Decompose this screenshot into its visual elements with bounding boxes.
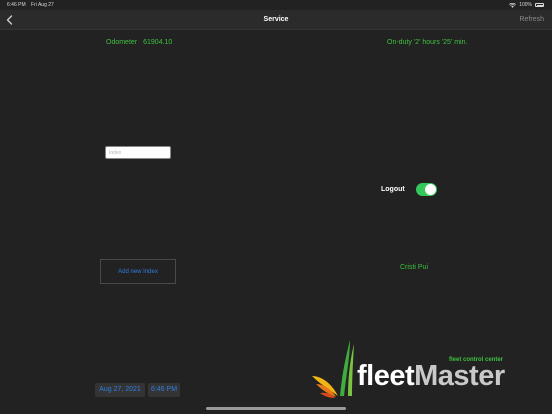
logo-wordmark: fleetMaster (357, 360, 505, 393)
status-date: Fri Aug 27 (31, 2, 54, 8)
logo-word-fleet: fleet (357, 360, 415, 392)
logout-toggle[interactable] (416, 183, 437, 196)
fleetmaster-logo: fleet control center fleetMaster (310, 338, 522, 400)
status-bar: 6:46 PM Fri Aug 27 100% (0, 0, 552, 10)
odometer-value: 61904.10 (143, 39, 173, 46)
driver-name: Cristi Pui (400, 264, 429, 271)
wifi-icon (509, 2, 517, 8)
logout-label: Logout (381, 186, 405, 193)
toggle-knob (425, 184, 436, 195)
index-input[interactable] (105, 146, 171, 159)
status-right: 100% (509, 2, 544, 8)
time-picker[interactable]: 6:46 PM (148, 383, 180, 397)
odometer-readout: Odometer 61904.10 (106, 39, 172, 46)
logo-word-master: Master (414, 360, 505, 392)
on-duty-status: On-duty '2' hours '25' min. (387, 39, 468, 46)
odometer-label: Odometer (106, 39, 138, 46)
nav-bar: Service Refresh (0, 10, 552, 30)
refresh-button[interactable]: Refresh (519, 16, 544, 23)
date-picker[interactable]: Aug 27, 2021 (95, 383, 145, 397)
page-title: Service (263, 16, 289, 23)
status-clock: 6:46 PM (7, 2, 26, 8)
home-indicator[interactable] (206, 407, 346, 410)
add-new-index-button[interactable]: Add new Index (100, 259, 176, 284)
battery-percent: 100% (519, 2, 532, 8)
status-time: 6:46 PM Fri Aug 27 (7, 2, 54, 8)
battery-icon (535, 3, 544, 7)
